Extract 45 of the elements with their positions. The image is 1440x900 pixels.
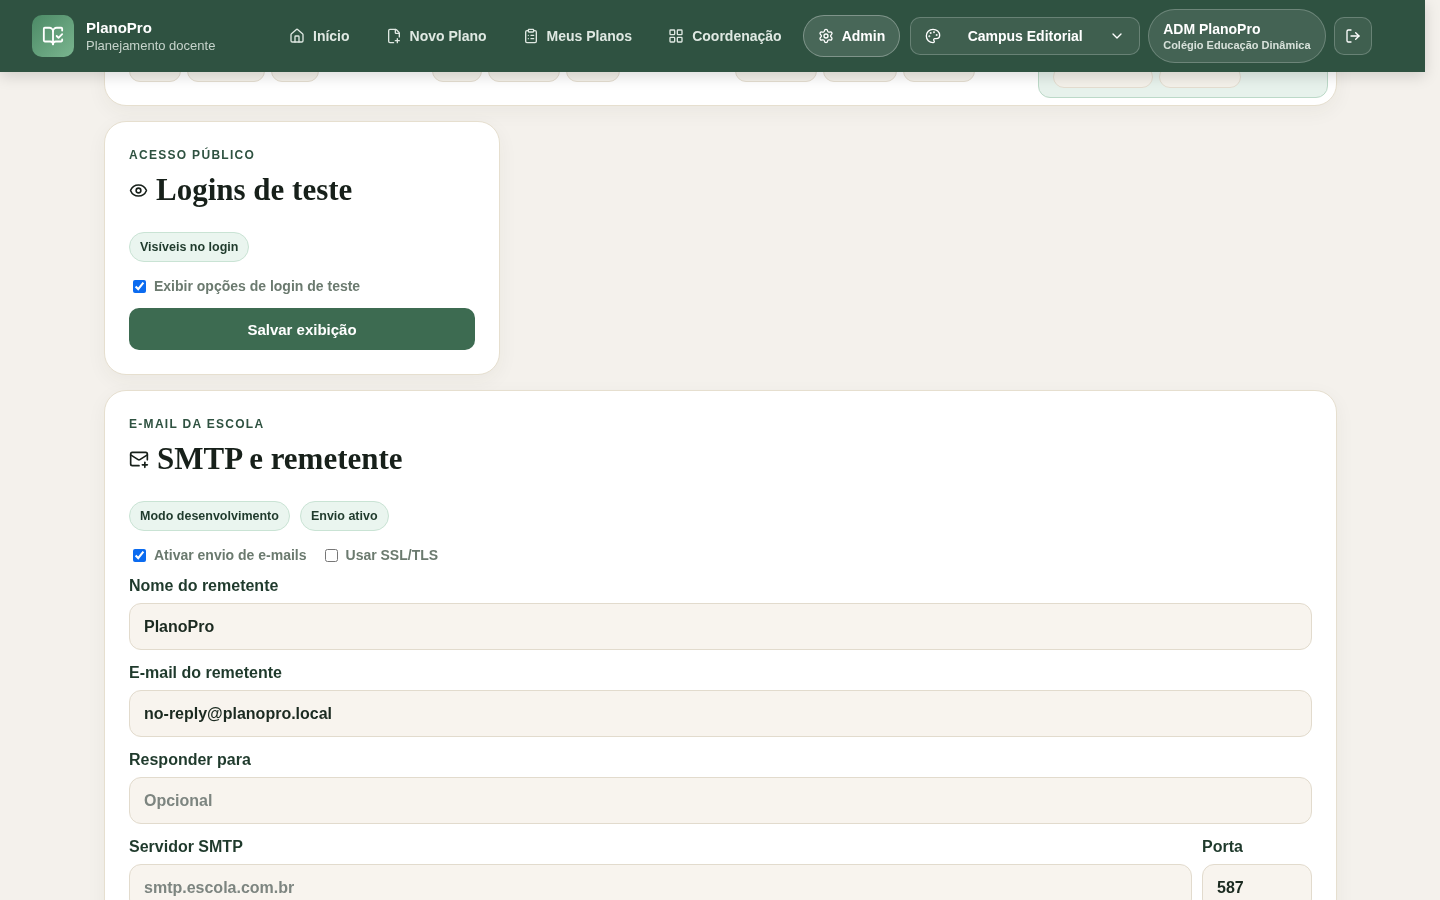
checkbox[interactable]	[133, 548, 146, 562]
nav-link[interactable]: Coordenação	[653, 15, 797, 57]
user-profile[interactable]: ADM PlanoPro Colégio Educação Dinâmica	[1148, 9, 1326, 63]
status-badge: Envio ativo	[299, 501, 389, 531]
school-name: Colégio Educação Dinâmica	[1163, 39, 1311, 51]
section-eyebrow: ACESSO PÚBLICO	[129, 148, 257, 162]
status-badge: Modo desenvolvimento	[129, 501, 290, 531]
mail-plus-icon	[129, 449, 149, 469]
theme-select[interactable]: Campus Editorial	[910, 17, 1141, 55]
checkbox-label[interactable]: Exibir opções de login de teste	[129, 278, 361, 294]
grid-icon	[668, 28, 685, 44]
nav-link[interactable]: Novo Plano	[370, 15, 502, 57]
settings-icon	[817, 28, 834, 44]
field-label: Nome do remetente	[129, 577, 280, 595]
checkbox[interactable]	[324, 548, 338, 562]
nav-link[interactable]: Meus Planos	[507, 15, 648, 57]
save-button[interactable]: Salvar exibição	[129, 308, 475, 350]
brand-name: PlanoPro	[86, 19, 153, 36]
field-label: E-mail do remetente	[129, 664, 283, 682]
checkbox[interactable]	[133, 279, 146, 293]
nav-link[interactable]: Admin	[802, 15, 901, 57]
clipboard-icon	[522, 28, 539, 44]
file-plus-icon	[385, 28, 402, 44]
card-title: SMTP e remetente	[157, 441, 403, 477]
checkbox-label[interactable]: Usar SSL/TLS	[320, 547, 439, 563]
input-field[interactable]: PlanoPro	[129, 603, 1312, 650]
card-title: Logins de teste	[156, 172, 353, 208]
field-label: Porta	[1202, 838, 1244, 856]
house-icon	[289, 28, 305, 44]
checkbox-label[interactable]: Ativar envio de e-mails	[129, 547, 307, 563]
nav-link[interactable]: Início	[274, 15, 365, 57]
user-name: ADM PlanoPro	[1163, 21, 1262, 37]
field-label: Responder para	[129, 751, 252, 769]
logo	[32, 15, 74, 57]
input-field[interactable]: no-reply@planopro.local	[129, 690, 1312, 737]
input-field[interactable]: 587	[1202, 864, 1312, 900]
logout-button[interactable]	[1333, 17, 1372, 55]
palette-icon	[925, 28, 942, 44]
field-label: Servidor SMTP	[129, 838, 244, 856]
input-field[interactable]: smtp.escola.com.br	[129, 864, 1192, 900]
brand-subtitle: Planejamento docente	[86, 38, 217, 53]
input-field[interactable]: Opcional	[129, 777, 1312, 824]
logout-icon	[1344, 28, 1361, 44]
status-badge: Visíveis no login	[129, 232, 250, 262]
section-eyebrow: E-MAIL DA ESCOLA	[129, 417, 266, 431]
